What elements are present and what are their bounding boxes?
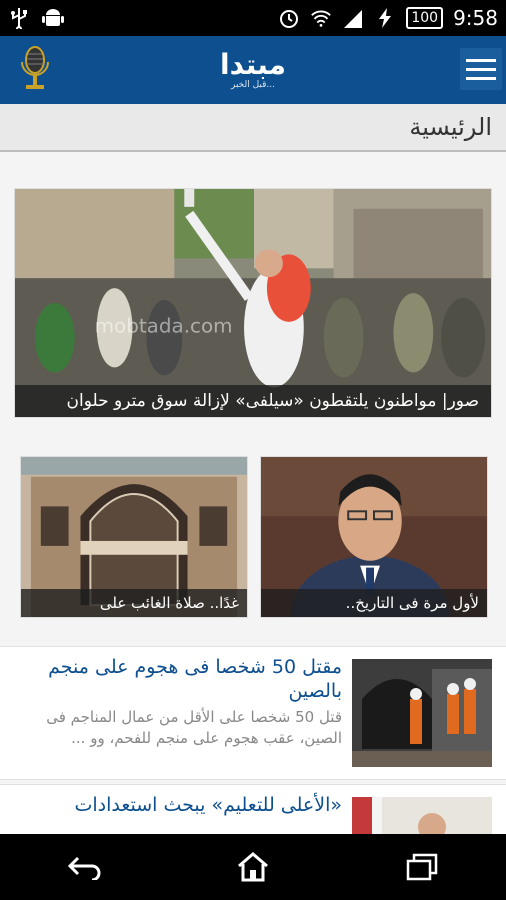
app-logo[interactable]: مبتدا قبل الخبر...: [220, 48, 286, 91]
battery-icon: 100: [406, 7, 444, 29]
microphone-icon[interactable]: [14, 44, 56, 96]
logo-subtext: قبل الخبر...: [230, 80, 276, 90]
system-nav-bar: [0, 834, 506, 900]
app-bar: مبتدا قبل الخبر...: [0, 36, 506, 104]
clock: 9:58: [453, 6, 498, 30]
hero-image: mobtada.com: [15, 189, 491, 417]
recents-icon[interactable]: [392, 843, 452, 891]
signal-icon: [342, 7, 364, 29]
section-header: الرئيسية: [0, 104, 506, 152]
wifi-icon: [310, 7, 332, 29]
list-thumb-1: [352, 659, 492, 767]
watermark-text: mobtada.com: [95, 315, 233, 338]
section-title: الرئيسية: [409, 113, 492, 141]
android-icon: [42, 7, 64, 29]
usb-icon: [8, 7, 30, 29]
status-bar: 100 9:58: [0, 0, 506, 36]
list-text-1: مقتل 50 شخصا فى هجوم على منجم بالصين قتل…: [14, 655, 342, 749]
list-text-2: «الأعلى للتعليم» يبحث استعدادات: [14, 793, 342, 821]
card-caption-2: غدًا.. صلاة الغائب على: [21, 589, 247, 617]
logo-text: مبتدا: [220, 48, 286, 81]
list-title: «الأعلى للتعليم» يبحث استعدادات: [74, 794, 342, 816]
list-item[interactable]: مقتل 50 شخصا فى هجوم على منجم بالصين قتل…: [0, 646, 506, 780]
news-feed[interactable]: mobtada.com صور| مواطنون يلتقطون «سيلفى»…: [0, 152, 506, 834]
list-thumb-2: [352, 797, 492, 834]
hamburger-menu-icon[interactable]: [460, 48, 502, 90]
home-icon[interactable]: [223, 843, 283, 891]
card-article-1[interactable]: لأول مرة فى التاريخ..: [260, 456, 488, 618]
hero-article[interactable]: mobtada.com صور| مواطنون يلتقطون «سيلفى»…: [14, 188, 492, 418]
charging-icon: [374, 7, 396, 29]
card-caption-1: لأول مرة فى التاريخ..: [261, 589, 487, 617]
alarm-icon: [278, 7, 300, 29]
back-icon[interactable]: [54, 843, 114, 891]
card-article-2[interactable]: غدًا.. صلاة الغائب على: [20, 456, 248, 618]
list-description: قتل 50 شخصا على الأقل من عمال المناجم فى…: [46, 708, 342, 747]
list-title: مقتل 50 شخصا فى هجوم على منجم بالصين: [48, 656, 342, 702]
hero-caption: صور| مواطنون يلتقطون «سيلفى» لإزالة سوق …: [15, 385, 491, 417]
list-item[interactable]: «الأعلى للتعليم» يبحث استعدادات: [0, 784, 506, 834]
